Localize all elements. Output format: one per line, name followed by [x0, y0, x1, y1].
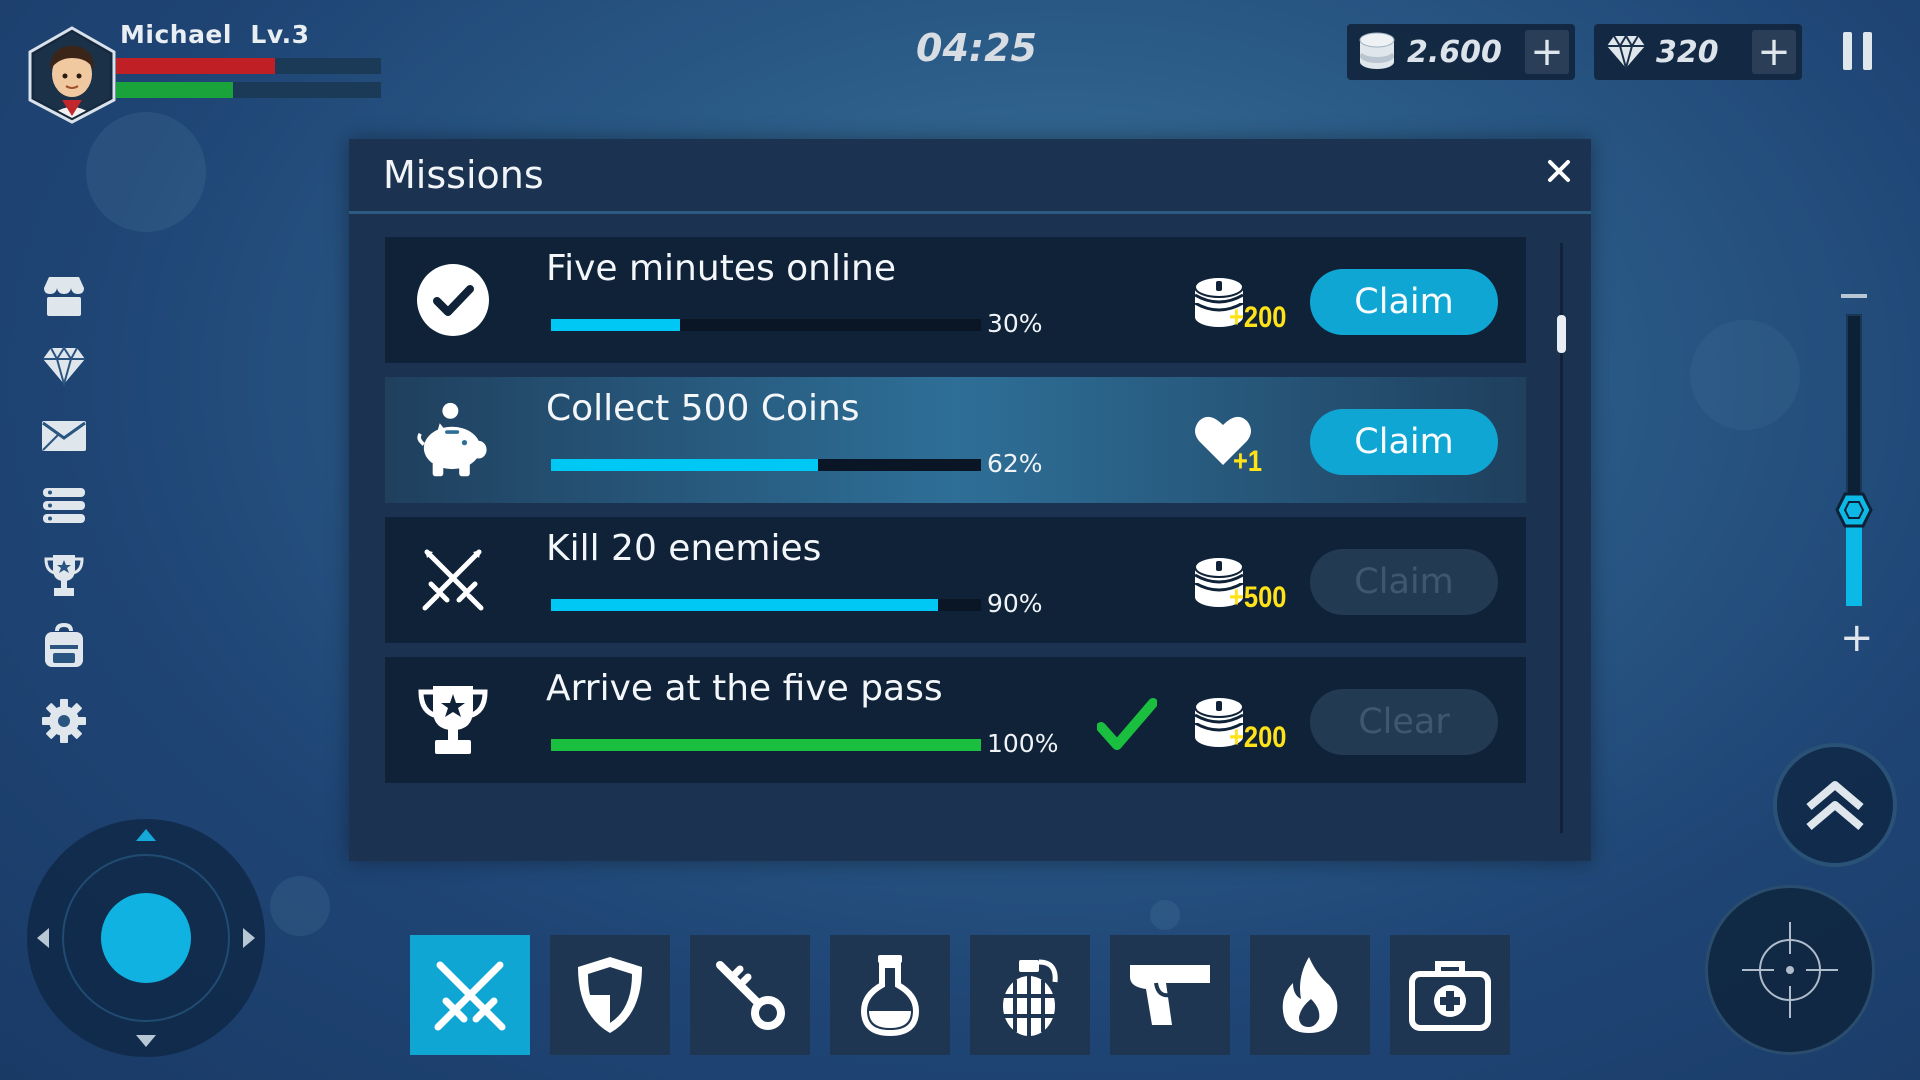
- mission-progress-label: 62%: [987, 449, 1043, 478]
- coin-amount: 2.600: [1407, 34, 1502, 70]
- movement-joystick[interactable]: [27, 819, 265, 1057]
- mission-row: Arrive at the five pass 100% +200 Clear: [385, 657, 1526, 783]
- energy-bar: [116, 82, 381, 98]
- mission-progress-fill: [551, 459, 818, 471]
- potion-icon: [860, 955, 920, 1037]
- mission-reward: +200: [1193, 693, 1293, 757]
- dialog-divider: [349, 211, 1591, 214]
- mission-progress-fill: [551, 319, 680, 331]
- list-icon[interactable]: [38, 480, 90, 532]
- slot-fire[interactable]: [1250, 935, 1370, 1055]
- mission-row: Collect 500 Coins 62% +1 Claim: [385, 377, 1526, 503]
- mission-title: Arrive at the five pass: [546, 668, 943, 709]
- close-button[interactable]: [1541, 153, 1577, 189]
- fire-icon: [1282, 957, 1338, 1033]
- dialog-title: Missions: [383, 153, 544, 197]
- mission-progress-label: 100%: [987, 729, 1059, 758]
- slot-grenade[interactable]: [970, 935, 1090, 1055]
- aim-button[interactable]: [1705, 885, 1875, 1055]
- avatar-icon: [28, 26, 116, 124]
- slot-shield[interactable]: [550, 935, 670, 1055]
- zoom-out-button[interactable]: [1841, 294, 1867, 298]
- health-bar-fill: [116, 58, 275, 74]
- crossed-swords-icon: [415, 542, 491, 618]
- mission-progress-fill: [551, 599, 938, 611]
- joystick-arrows-icon: [37, 829, 255, 1047]
- mission-title: Kill 20 enemies: [546, 528, 822, 569]
- mission-reward: +500: [1193, 553, 1293, 617]
- mission-row: Kill 20 enemies 90% +500 Claim: [385, 517, 1526, 643]
- backpack-icon[interactable]: [38, 620, 90, 672]
- reward-amount: +1: [1233, 445, 1263, 478]
- pause-button[interactable]: [1843, 32, 1873, 70]
- shop-icon[interactable]: [38, 270, 90, 322]
- swords-icon: [434, 961, 506, 1031]
- mission-progress-label: 30%: [987, 309, 1043, 338]
- mission-progress-bar: [551, 459, 981, 471]
- check-circle-icon: [415, 262, 491, 338]
- mission-progress-label: 90%: [987, 589, 1043, 618]
- slot-potion[interactable]: [830, 935, 950, 1055]
- coin-stack-icon: [1357, 32, 1397, 72]
- reward-amount: +500: [1229, 581, 1287, 614]
- zoom-slider-handle[interactable]: [1835, 492, 1873, 528]
- player-level: Lv.3: [250, 20, 310, 49]
- clear-button-disabled[interactable]: Clear: [1310, 689, 1498, 755]
- mission-title: Five minutes online: [546, 248, 896, 289]
- missions-dialog: Missions Five minutes online 30% +200 Cl…: [349, 139, 1591, 861]
- jump-button[interactable]: [1773, 743, 1897, 867]
- zoom-in-button[interactable]: +: [1840, 618, 1874, 658]
- piggy-bank-icon: [415, 402, 491, 478]
- shield-icon: [578, 957, 642, 1033]
- diamond-icon: [1606, 34, 1646, 70]
- slot-medkit[interactable]: [1390, 935, 1510, 1055]
- player-avatar[interactable]: [28, 26, 116, 124]
- reward-amount: +200: [1229, 721, 1287, 754]
- slot-key[interactable]: [690, 935, 810, 1055]
- grenade-icon: [1003, 959, 1058, 1036]
- completed-check-icon: [1097, 697, 1157, 753]
- mission-progress-bar: [551, 319, 981, 331]
- key-icon: [716, 961, 785, 1030]
- scrollbar-thumb[interactable]: [1557, 315, 1566, 353]
- health-bar: [116, 58, 381, 74]
- pistol-icon: [1130, 965, 1210, 1025]
- claim-button-disabled[interactable]: Claim: [1310, 549, 1498, 615]
- bg-bubble: [1690, 320, 1800, 430]
- claim-button[interactable]: Claim: [1310, 409, 1498, 475]
- mission-progress-fill: [551, 739, 981, 751]
- energy-bar-fill: [116, 82, 233, 98]
- mail-icon[interactable]: [38, 410, 90, 462]
- buy-coins-button[interactable]: +: [1525, 30, 1569, 74]
- bg-bubble: [270, 876, 330, 936]
- bg-bubble: [86, 112, 206, 232]
- mission-title: Collect 500 Coins: [546, 388, 860, 429]
- diamond-icon[interactable]: [38, 340, 90, 392]
- mission-row: Five minutes online 30% +200 Claim: [385, 237, 1526, 363]
- gear-icon[interactable]: [38, 695, 90, 747]
- slot-swords[interactable]: [410, 935, 530, 1055]
- close-icon: [1548, 160, 1570, 182]
- mission-reward: +1: [1193, 413, 1293, 478]
- bg-bubble: [1150, 900, 1180, 930]
- gem-amount: 320: [1656, 34, 1719, 70]
- player-name-row: Michael Lv.3: [120, 20, 309, 49]
- reward-amount: +200: [1229, 301, 1287, 334]
- mission-progress-bar: [551, 599, 981, 611]
- buy-gems-button[interactable]: +: [1752, 30, 1796, 74]
- mission-progress-bar: [551, 739, 981, 751]
- medkit-icon: [1409, 961, 1491, 1031]
- slot-pistol[interactable]: [1110, 935, 1230, 1055]
- trophy-icon: [415, 682, 491, 758]
- match-timer: 04:25: [916, 26, 1037, 70]
- trophy-icon[interactable]: [38, 550, 90, 602]
- pause-icon: [1843, 32, 1852, 70]
- claim-button[interactable]: Claim: [1310, 269, 1498, 335]
- coin-counter: 2.600 +: [1347, 24, 1575, 80]
- gem-counter: 320 +: [1594, 24, 1802, 80]
- player-name: Michael: [120, 20, 232, 49]
- crosshair-icon: [1742, 922, 1838, 1018]
- double-chevron-up-icon: [1806, 781, 1864, 831]
- mission-reward: +200: [1193, 273, 1293, 337]
